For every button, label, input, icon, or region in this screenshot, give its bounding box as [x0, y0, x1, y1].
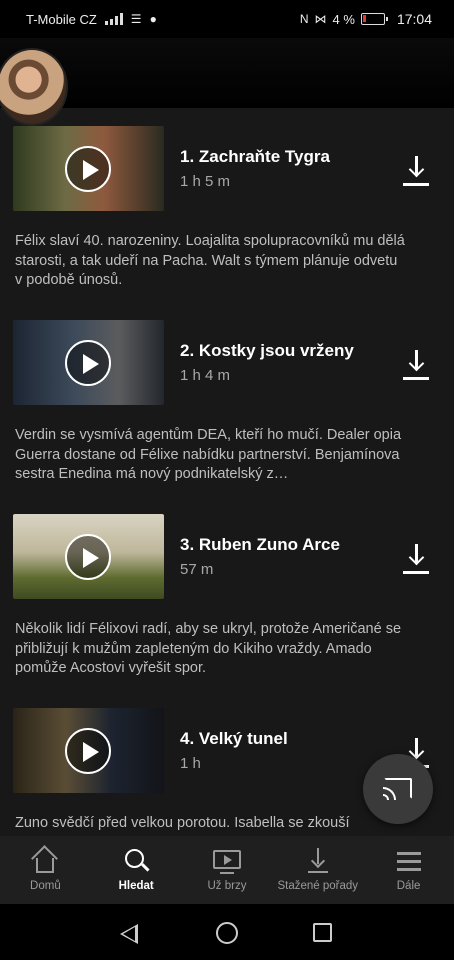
home-icon — [31, 845, 59, 874]
episode-description: Verdin se vysmívá agentům DEA, kteří ho … — [15, 427, 402, 482]
cast-button[interactable] — [363, 754, 433, 824]
carrier-name: T-Mobile CZ — [26, 11, 97, 27]
episode-duration: 57 m — [180, 561, 214, 578]
episode-description: Félix slaví 40. narozeniny. Loajalita sp… — [15, 233, 405, 288]
tab-label: Domů — [30, 880, 61, 892]
episode-item[interactable]: 3. Ruben Zuno Arce 57 m Několik lidí Fél… — [0, 514, 454, 704]
play-icon[interactable] — [65, 728, 111, 774]
tab-home[interactable]: Domů — [0, 836, 91, 904]
download-icon[interactable] — [403, 350, 429, 380]
system-nav-bar — [0, 904, 454, 960]
episode-title: 2. Kostky jsou vrženy — [180, 341, 354, 360]
tab-label: Dále — [396, 880, 421, 892]
episode-description: Zuno svědčí před velkou porotou. Isabell… — [15, 815, 350, 836]
episode-thumbnail[interactable] — [13, 320, 164, 405]
episode-thumbnail[interactable] — [13, 126, 164, 211]
home-circle-icon[interactable] — [216, 922, 238, 944]
play-icon[interactable] — [65, 534, 111, 580]
play-icon[interactable] — [65, 340, 111, 386]
wifi-icon: ☰ — [130, 12, 142, 26]
downloads-icon — [304, 848, 332, 874]
bluetooth-icon: ⋈ — [314, 12, 327, 26]
menu-icon — [395, 848, 423, 874]
episode-item[interactable]: 2. Kostky jsou vrženy 1 h 4 m Verdin se … — [0, 320, 454, 510]
episode-duration: 1 h 4 m — [180, 367, 231, 384]
episode-thumbnail[interactable] — [13, 708, 164, 793]
tab-label: Hledat — [118, 880, 154, 892]
bottom-tab-bar: Domů Hledat Už brzy Stažené pořady Dále — [0, 836, 454, 904]
coming-soon-icon — [212, 848, 241, 874]
header — [0, 38, 454, 108]
episode-title: 3. Ruben Zuno Arce — [180, 535, 340, 554]
episode-duration: 1 h — [180, 755, 201, 772]
tab-coming-soon[interactable]: Už brzy — [182, 836, 273, 904]
signal-icon — [104, 13, 123, 25]
search-icon — [122, 848, 150, 874]
play-icon[interactable] — [65, 146, 111, 192]
messenger-icon: ● — [149, 12, 157, 26]
clock: 17:04 — [396, 11, 432, 27]
episode-thumbnail[interactable] — [13, 514, 164, 599]
tab-label: Už brzy — [207, 880, 247, 892]
download-icon[interactable] — [403, 544, 429, 574]
nfc-icon: N — [299, 12, 309, 26]
back-icon[interactable] — [120, 924, 138, 944]
recent-apps-icon[interactable] — [313, 923, 332, 942]
episode-duration: 1 h 5 m — [180, 173, 231, 190]
tab-more[interactable]: Dále — [363, 836, 454, 904]
episode-description: Několik lidí Félixovi radí, aby se ukryl… — [15, 621, 402, 676]
battery-icon — [360, 13, 388, 25]
episode-item[interactable]: 1. Zachraňte Tygra 1 h 5 m Félix slaví 4… — [0, 126, 454, 316]
episode-title: 4. Velký tunel — [180, 729, 288, 748]
tab-downloads[interactable]: Stažené pořady — [272, 836, 363, 904]
status-bar: T-Mobile CZ ☰ ● N ⋈ 4 % 17:04 — [0, 0, 454, 38]
episode-title: 1. Zachraňte Tygra — [180, 147, 330, 166]
episode-list[interactable]: 1. Zachraňte Tygra 1 h 5 m Félix slaví 4… — [0, 108, 454, 836]
tab-search[interactable]: Hledat — [91, 836, 182, 904]
tab-label: Stažené pořady — [277, 880, 359, 892]
download-icon[interactable] — [403, 156, 429, 186]
battery-percent: 4 % — [332, 11, 355, 27]
